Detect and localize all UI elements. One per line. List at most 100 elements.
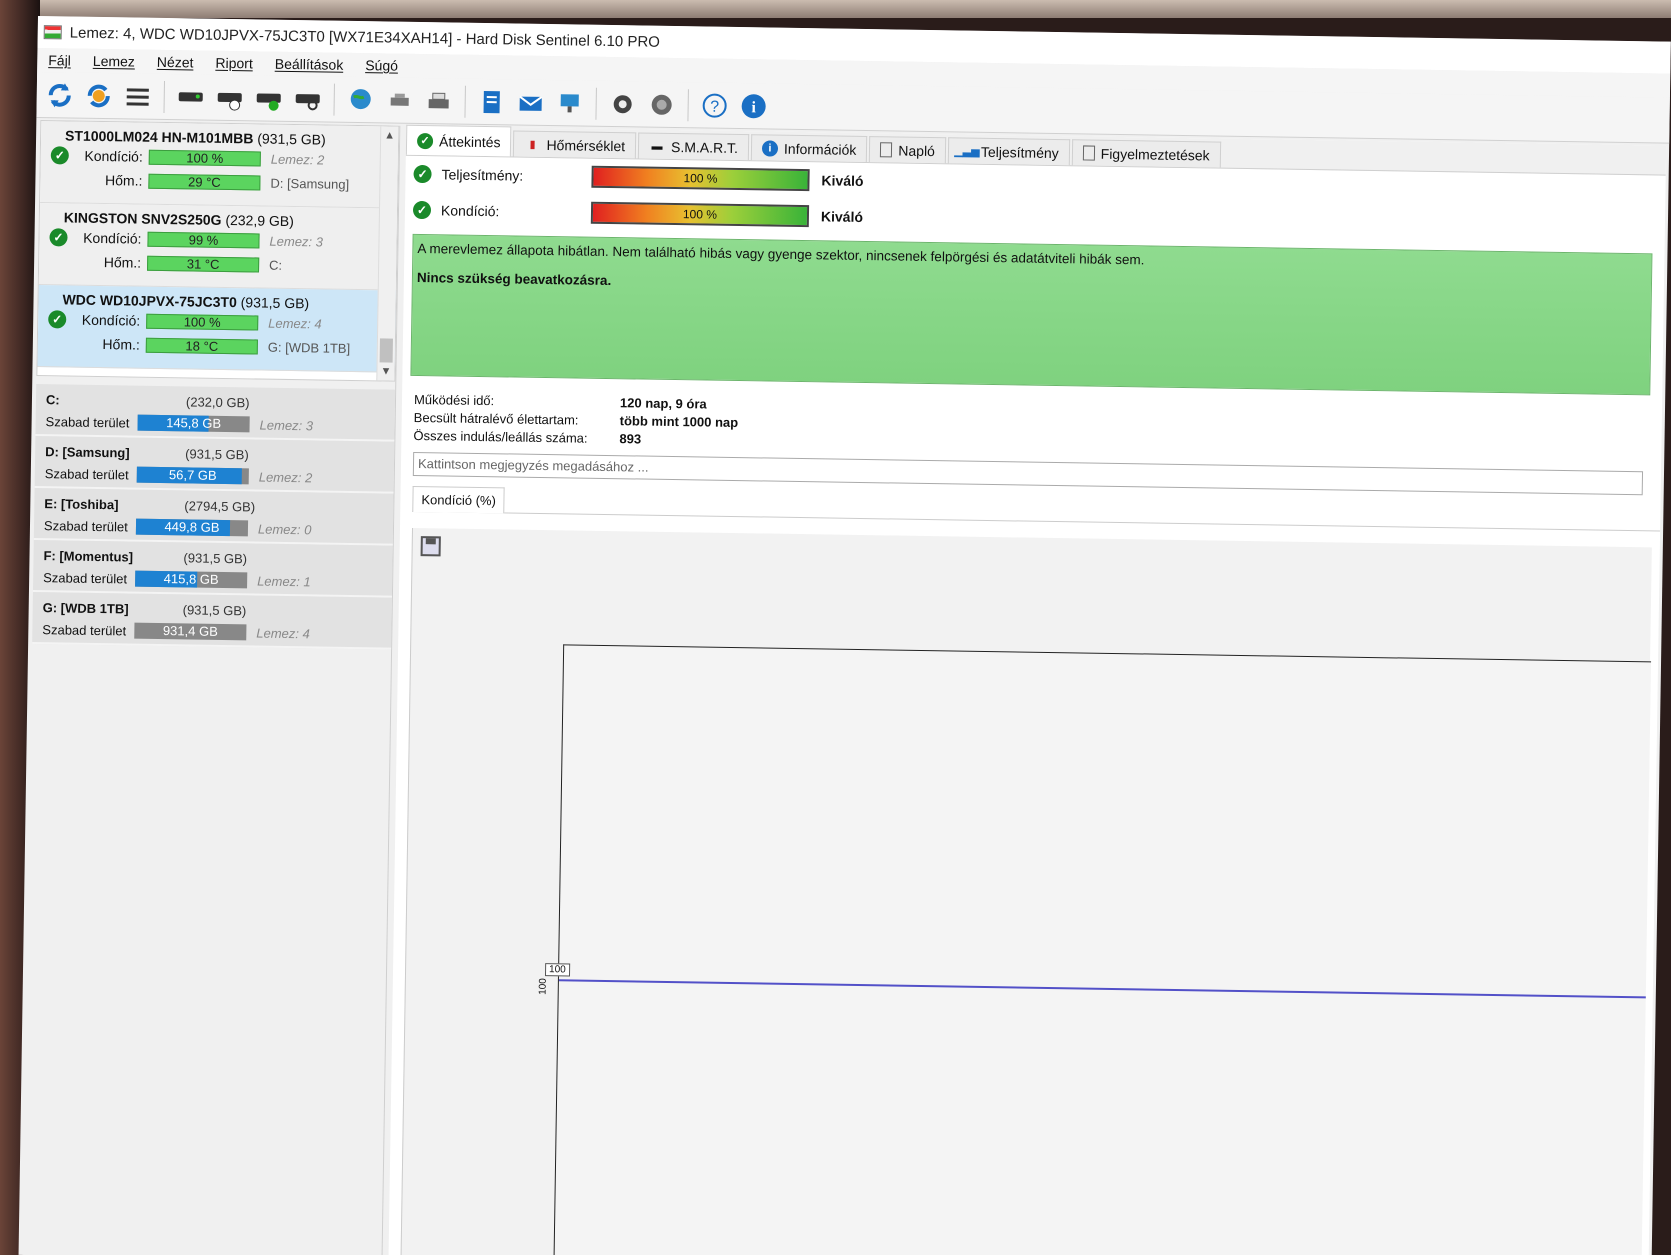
menu-view[interactable]: Nézet	[146, 54, 205, 71]
envelope-icon	[519, 95, 543, 111]
disk-size: (232,9 GB)	[225, 211, 294, 230]
left-panel: ST1000LM024 HN-M101MBB (931,5 GB) ✓ Kond…	[22, 120, 401, 1255]
menu-disk[interactable]: Lemez	[82, 53, 146, 70]
volume-size: (931,5 GB)	[185, 445, 249, 462]
hdd-icon	[178, 91, 203, 102]
volume-disk: Lemez: 4	[256, 625, 310, 641]
volume-name: C:	[45, 391, 60, 407]
disk-list-scrollbar[interactable]: ▲ ▼	[376, 126, 399, 381]
tab-performance[interactable]: ▁▃▅ Teljesítmény	[947, 137, 1070, 166]
help-button[interactable]: ?	[697, 88, 732, 123]
refresh-all-button[interactable]	[81, 78, 116, 113]
scroll-thumb[interactable]	[379, 338, 393, 363]
remaining-lifetime-label: Becsült hátralévő élettartam:	[413, 409, 579, 428]
remaining-lifetime-value: több mint 1000 nap	[619, 412, 739, 430]
disk-number: Lemez: 3	[269, 233, 324, 250]
report-button[interactable]	[474, 84, 509, 119]
info-icon: i	[741, 93, 766, 118]
check-icon: ✓	[413, 164, 432, 184]
printer-icon	[428, 92, 449, 108]
volume-item[interactable]: D: [Samsung] (931,5 GB) Szabad terület 56…	[34, 436, 395, 494]
volume-disk: Lemez: 3	[259, 417, 314, 433]
volume-item[interactable]: F: [Momentus] (931,5 GB) Szabad terület 4…	[32, 539, 393, 598]
settings-button[interactable]	[605, 86, 640, 121]
tab-temperature[interactable]: ▮ Hőmérséklet	[513, 130, 637, 159]
menu-report[interactable]: Riport	[204, 55, 264, 72]
hdd-search-icon	[295, 93, 320, 110]
temperature-label: Hőm.:	[103, 254, 142, 271]
tab-smart[interactable]: ▬ S.M.A.R.T.	[637, 132, 750, 161]
power-on-time-value: 120 nap, 9 óra	[619, 394, 707, 412]
disk-item[interactable]: ST1000LM024 HN-M101MBB (931,5 GB) ✓ Kond…	[40, 121, 399, 209]
menu-help[interactable]: Súgó	[354, 57, 409, 74]
check-icon: ✓	[48, 310, 67, 329]
performance-bar: 100 %	[591, 165, 810, 192]
hdd-clock-icon	[217, 92, 242, 111]
volume-item[interactable]: C: (232,0 GB) Szabad terület 145,8 GB Lem…	[35, 384, 396, 442]
status-recommendation: Nincs szükség beavatkozásra.	[416, 269, 612, 289]
document-icon	[880, 142, 893, 158]
disk-name: KINGSTON SNV2S250G	[63, 209, 222, 228]
graph-tab-bar: Kondíció (%)	[412, 485, 1661, 532]
volume-item[interactable]: G: [WDB 1TB] (931,5 GB) Szabad terület 93…	[32, 591, 392, 650]
tab-overview[interactable]: ✓ Áttekintés	[405, 124, 512, 157]
clipboard-icon	[1082, 145, 1095, 161]
app-icon	[43, 25, 62, 40]
disk-button[interactable]	[173, 80, 208, 115]
window-title: Lemez: 4, WDC WD10JPVX-75JC3T0 [WX71E34X…	[69, 24, 661, 51]
disk-item-selected[interactable]: WDC WD10JPVX-75JC3T0 (931,5 GB) ✓ Kondíc…	[37, 285, 396, 373]
scroll-up-icon[interactable]: ▲	[381, 126, 398, 144]
disk-schedule-button[interactable]	[212, 80, 247, 115]
volume-name: F: [Momentus]	[43, 547, 134, 565]
temperature-label: Hőm.:	[102, 336, 140, 353]
tab-alerts[interactable]: Figyelmeztetések	[1071, 139, 1221, 168]
volume-item[interactable]: E: [Toshiba] (2794,5 GB) Szabad terület 4…	[33, 488, 394, 546]
refresh-icon	[48, 82, 71, 107]
volume-size: (931,5 GB)	[183, 549, 248, 566]
disk-number: Lemez: 2	[270, 151, 325, 168]
list-button[interactable]	[120, 79, 155, 114]
status-description: A merevlemez állapota hibátlan. Nem talá…	[410, 233, 1653, 396]
free-space-label: Szabad terület	[45, 413, 130, 430]
info-icon: i	[761, 139, 779, 157]
performance-verdict: Kiváló	[821, 172, 864, 189]
menu-settings[interactable]: Beállítások	[264, 56, 355, 73]
free-space-label: Szabad terület	[43, 569, 128, 586]
condition-series-line	[558, 979, 1646, 999]
free-space-bar: 415,8 GB	[135, 570, 248, 589]
network-button[interactable]	[552, 86, 587, 121]
volume-list: C: (232,0 GB) Szabad terület 145,8 GB Lem…	[32, 384, 396, 650]
disk-check-button[interactable]	[251, 81, 286, 116]
globe-button[interactable]	[343, 82, 378, 117]
tab-log[interactable]: Napló	[869, 136, 947, 164]
condition-bar: 100 %	[146, 313, 259, 330]
email-button[interactable]	[513, 85, 548, 120]
drive-letter: C:	[269, 257, 283, 273]
tab-information[interactable]: i Információk	[750, 134, 868, 163]
svg-text:?: ?	[710, 98, 719, 115]
menu-file[interactable]: Fájl	[37, 52, 82, 69]
free-space-label: Szabad terület	[43, 517, 128, 534]
disk-name: WDC WD10JPVX-75JC3T0	[62, 291, 237, 311]
hdd-check-icon	[256, 92, 281, 111]
scroll-down-icon[interactable]: ▼	[377, 362, 394, 380]
condition-bar: 100 %	[148, 149, 261, 167]
temperature-bar: 18 °C	[145, 337, 258, 354]
print-button[interactable]	[421, 84, 456, 119]
status-text: A merevlemez állapota hibátlan. Nem talá…	[417, 240, 1145, 268]
toolbar-separator	[687, 88, 689, 121]
disk-search-button[interactable]	[290, 81, 325, 116]
tools-button[interactable]	[382, 83, 417, 118]
free-space-bar: 931,4 GB	[134, 622, 247, 641]
tab-condition-graph[interactable]: Kondíció (%)	[412, 485, 506, 514]
chart-icon: ▁▃▅	[954, 145, 980, 158]
disk-item[interactable]: KINGSTON SNV2S250G (232,9 GB) ✓ Kondíció…	[38, 203, 398, 291]
thermometer-icon: ▮	[529, 138, 536, 151]
about-button[interactable]: i	[736, 88, 771, 123]
sound-button[interactable]	[644, 87, 679, 122]
save-icon[interactable]	[420, 536, 441, 557]
condition-verdict: Kiváló	[820, 208, 864, 225]
tools-icon	[390, 93, 409, 106]
disk-size: (931,5 GB)	[257, 130, 326, 148]
refresh-button[interactable]	[42, 78, 77, 113]
